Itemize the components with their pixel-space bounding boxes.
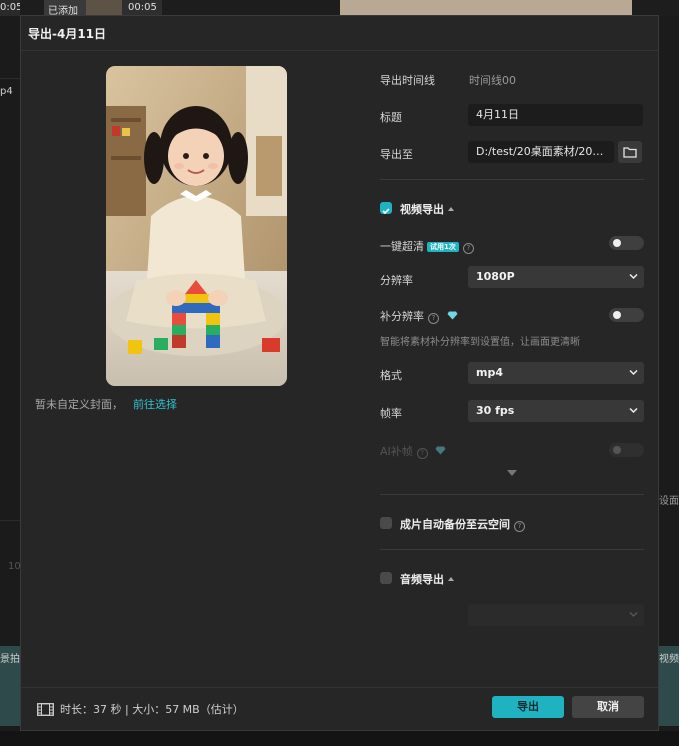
format-label: 格式 — [380, 369, 402, 382]
export-dialog: 导出-4月11日 暂未自定义封面， 前往选择 导出时间线 时间线00 标题 4月… — [20, 15, 659, 731]
title-label: 标题 — [380, 111, 402, 124]
divider — [0, 520, 20, 521]
framerate-select[interactable]: 30 fps — [468, 400, 644, 422]
format-select[interactable]: mp4 — [468, 362, 644, 384]
export-button[interactable]: 导出 — [492, 696, 564, 718]
framerate-label: 帧率 — [380, 407, 402, 420]
help-icon: ? — [416, 448, 428, 459]
toggle-knob — [613, 311, 621, 319]
cover-preview[interactable] — [106, 66, 287, 386]
super-res-label: 一键超清 试用1次? — [380, 238, 474, 254]
audio-export-section-title[interactable]: 音频导出 — [400, 571, 454, 587]
diamond-icon — [435, 446, 446, 455]
video-export-section-title[interactable]: 视频导出 — [400, 201, 454, 217]
timeline-label: 导出时间线 — [380, 74, 435, 87]
video-export-checkbox[interactable] — [380, 202, 392, 215]
timeline-clip[interactable]: 已添加 — [44, 0, 86, 16]
cloud-backup-label: 成片自动备份至云空间? — [400, 516, 525, 532]
timeline-clip[interactable] — [340, 0, 632, 16]
chevron-down-icon — [629, 611, 638, 618]
audio-format-select[interactable] — [468, 604, 644, 626]
editor-bottom-bar — [0, 731, 679, 746]
ai-frame-toggle[interactable] — [609, 443, 644, 457]
help-icon[interactable]: ? — [462, 243, 474, 254]
film-icon — [37, 702, 54, 716]
export-meta: 时长：37 秒 | 大小：57 MB（估计） — [37, 701, 244, 717]
ai-frame-label: AI补帧? — [380, 443, 446, 459]
trial-badge: 试用1次 — [427, 242, 459, 252]
super-res-toggle[interactable] — [609, 236, 644, 250]
chevron-down-icon — [629, 407, 638, 414]
editor-left-panel: p4 10 景拍 — [0, 16, 21, 746]
browse-folder-button[interactable] — [618, 141, 642, 163]
editor-right-panel: 设面 视频 — [659, 16, 679, 746]
export-to-label: 导出至 — [380, 148, 413, 161]
help-icon[interactable]: ? — [514, 521, 525, 532]
collapse-caret-icon — [448, 207, 454, 211]
audio-export-checkbox[interactable] — [380, 572, 392, 584]
toggle-knob — [613, 239, 621, 247]
choose-cover-link[interactable]: 前往选择 — [133, 398, 177, 411]
export-path-input[interactable]: D:/test/20桌面素材/202... — [468, 141, 614, 163]
cover-preview-image — [106, 66, 287, 386]
toggle-knob — [613, 446, 621, 454]
resolution-label: 分辨率 — [380, 274, 413, 287]
cover-note: 暂未自定义封面， 前往选择 — [35, 398, 177, 411]
cloud-backup-checkbox[interactable] — [380, 517, 392, 529]
chevron-down-icon — [629, 369, 638, 376]
expand-more-icon[interactable] — [507, 470, 517, 476]
check-icon — [382, 208, 390, 215]
timeline-clip[interactable]: 00:05 — [122, 0, 162, 16]
divider — [380, 494, 644, 495]
resolution-select[interactable]: 1080P — [468, 266, 644, 288]
editor-timeline-top: 0:05 已添加 00:05 — [0, 0, 679, 16]
help-icon[interactable]: ? — [428, 313, 439, 324]
title-input[interactable]: 4月11日 — [468, 104, 643, 126]
chevron-down-icon — [629, 273, 638, 280]
divider — [380, 549, 644, 550]
collapse-caret-icon — [448, 577, 454, 581]
res-fill-toggle[interactable] — [609, 308, 644, 322]
cancel-button[interactable]: 取消 — [572, 696, 644, 718]
divider — [0, 78, 20, 79]
res-fill-hint: 智能将素材补分辨率到设置值，让画面更清晰 — [380, 337, 580, 348]
timeline-clip[interactable]: 0:05 — [0, 0, 20, 16]
folder-icon — [623, 147, 637, 158]
timeline-clip[interactable] — [86, 0, 122, 16]
res-fill-label: 补分辨率? — [380, 308, 458, 324]
divider — [380, 179, 644, 180]
timeline-value: 时间线00 — [469, 74, 516, 87]
duration-size-text: 时长：37 秒 | 大小：57 MB（估计） — [60, 703, 244, 716]
divider — [21, 50, 658, 51]
diamond-icon — [447, 311, 457, 320]
divider — [21, 687, 658, 688]
dialog-title: 导出-4月11日 — [28, 27, 107, 41]
